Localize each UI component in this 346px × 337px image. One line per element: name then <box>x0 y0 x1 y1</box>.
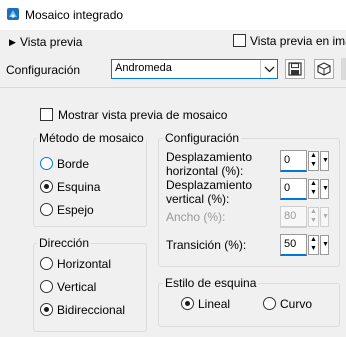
config-label: Configuración <box>6 63 81 77</box>
radio-horizontal[interactable] <box>40 257 53 270</box>
scrollbar[interactable] <box>341 58 346 80</box>
transition-value: 50 <box>284 238 297 250</box>
preview-toggle[interactable]: Vista previa <box>20 35 82 49</box>
radio-curvo[interactable] <box>263 297 276 310</box>
radio-borde-label[interactable]: Borde <box>57 157 89 171</box>
transition-spinner[interactable]: 50 ▲ ▼ ▼ <box>280 234 330 256</box>
spin-down-icon[interactable]: ▼ <box>310 189 317 197</box>
caret-right-icon[interactable]: ▶ <box>9 37 16 48</box>
radio-bidireccional[interactable] <box>40 303 53 316</box>
vertical-offset-label: Desplazamiento vertical (%): <box>166 178 252 206</box>
width-label: Ancho (%): <box>166 210 226 224</box>
horizontal-offset-value: 0 <box>284 154 291 166</box>
transition-input[interactable]: 50 <box>280 234 307 256</box>
vertical-offset-label-line1: Desplazamiento <box>166 178 253 192</box>
spin-up-icon[interactable]: ▲ <box>310 236 317 244</box>
chevron-down-icon[interactable]: ▼ <box>320 151 329 171</box>
spin-down-icon[interactable]: ▼ <box>310 245 317 253</box>
horizontal-offset-label: Desplazamiento horizontal (%): <box>166 150 252 178</box>
width-value: 80 <box>284 210 297 222</box>
settings-title: Configuración <box>163 131 242 145</box>
stepper-buttons[interactable]: ▲ ▼ <box>308 151 319 171</box>
radio-esquina[interactable] <box>40 180 53 193</box>
radio-lineal[interactable] <box>181 297 194 310</box>
chevron-down-icon[interactable]: ▼ <box>320 235 329 255</box>
preview-in-image-checkbox[interactable] <box>233 34 246 47</box>
spin-up-icon[interactable]: ▲ <box>310 180 317 188</box>
vertical-offset-value: 0 <box>284 182 291 194</box>
spin-up-icon[interactable]: ▲ <box>310 152 317 160</box>
radio-horizontal-label[interactable]: Horizontal <box>57 257 111 271</box>
spin-down-icon[interactable]: ▼ <box>310 161 317 169</box>
paint-shop-pro-icon <box>6 7 20 21</box>
direction-title: Dirección <box>37 236 92 250</box>
chevron-down-icon[interactable] <box>260 60 277 78</box>
radio-espejo-label[interactable]: Espejo <box>57 203 94 217</box>
horizontal-offset-input[interactable]: 0 <box>280 150 307 172</box>
vertical-offset-input[interactable]: 0 <box>280 178 307 200</box>
stepper-buttons[interactable]: ▲ ▼ <box>308 179 319 199</box>
stepper-buttons: ▲ ▼ <box>308 207 319 227</box>
radio-bidireccional-label[interactable]: Bidireccional <box>57 303 125 317</box>
radio-esquina-label[interactable]: Esquina <box>57 180 100 194</box>
preview-in-image-label[interactable]: Vista previa en ima <box>250 34 346 48</box>
window-title: Mosaico integrado <box>25 8 124 22</box>
radio-lineal-label[interactable]: Lineal <box>198 297 230 311</box>
radio-vertical-label[interactable]: Vertical <box>57 280 96 294</box>
horizontal-offset-spinner[interactable]: 0 ▲ ▼ ▼ <box>280 150 330 172</box>
width-spinner: 80 ▲ ▼ ▼ <box>280 206 330 228</box>
chevron-down-icon: ▼ <box>320 207 329 227</box>
chevron-down-icon[interactable]: ▼ <box>320 179 329 199</box>
spin-down-icon: ▼ <box>310 217 317 224</box>
radio-vertical[interactable] <box>40 280 53 293</box>
preset-combobox[interactable]: Andromeda <box>111 59 278 79</box>
spin-up-icon: ▲ <box>310 208 317 215</box>
width-input: 80 <box>280 206 307 228</box>
transition-label: Transición (%): <box>166 238 247 252</box>
mosaic-method-title: Método de mosaico <box>37 131 146 145</box>
reset-preset-button[interactable] <box>314 59 334 79</box>
save-preset-button[interactable] <box>285 59 305 79</box>
stepper-buttons[interactable]: ▲ ▼ <box>308 235 319 255</box>
mosaic-preview-checkbox[interactable] <box>40 108 53 121</box>
vertical-offset-spinner[interactable]: 0 ▲ ▼ ▼ <box>280 178 330 200</box>
horizontal-offset-label-line1: Desplazamiento <box>166 150 253 164</box>
preset-value: Andromeda <box>115 62 172 74</box>
radio-borde[interactable] <box>40 157 53 170</box>
radio-curvo-label[interactable]: Curvo <box>280 297 312 311</box>
radio-espejo[interactable] <box>40 203 53 216</box>
mosaic-preview-label[interactable]: Mostrar vista previa de mosaico <box>58 108 227 122</box>
vertical-offset-label-line2: vertical (%): <box>166 192 230 206</box>
horizontal-offset-label-line2: horizontal (%): <box>166 164 244 178</box>
corner-style-title: Estilo de esquina <box>163 276 259 290</box>
